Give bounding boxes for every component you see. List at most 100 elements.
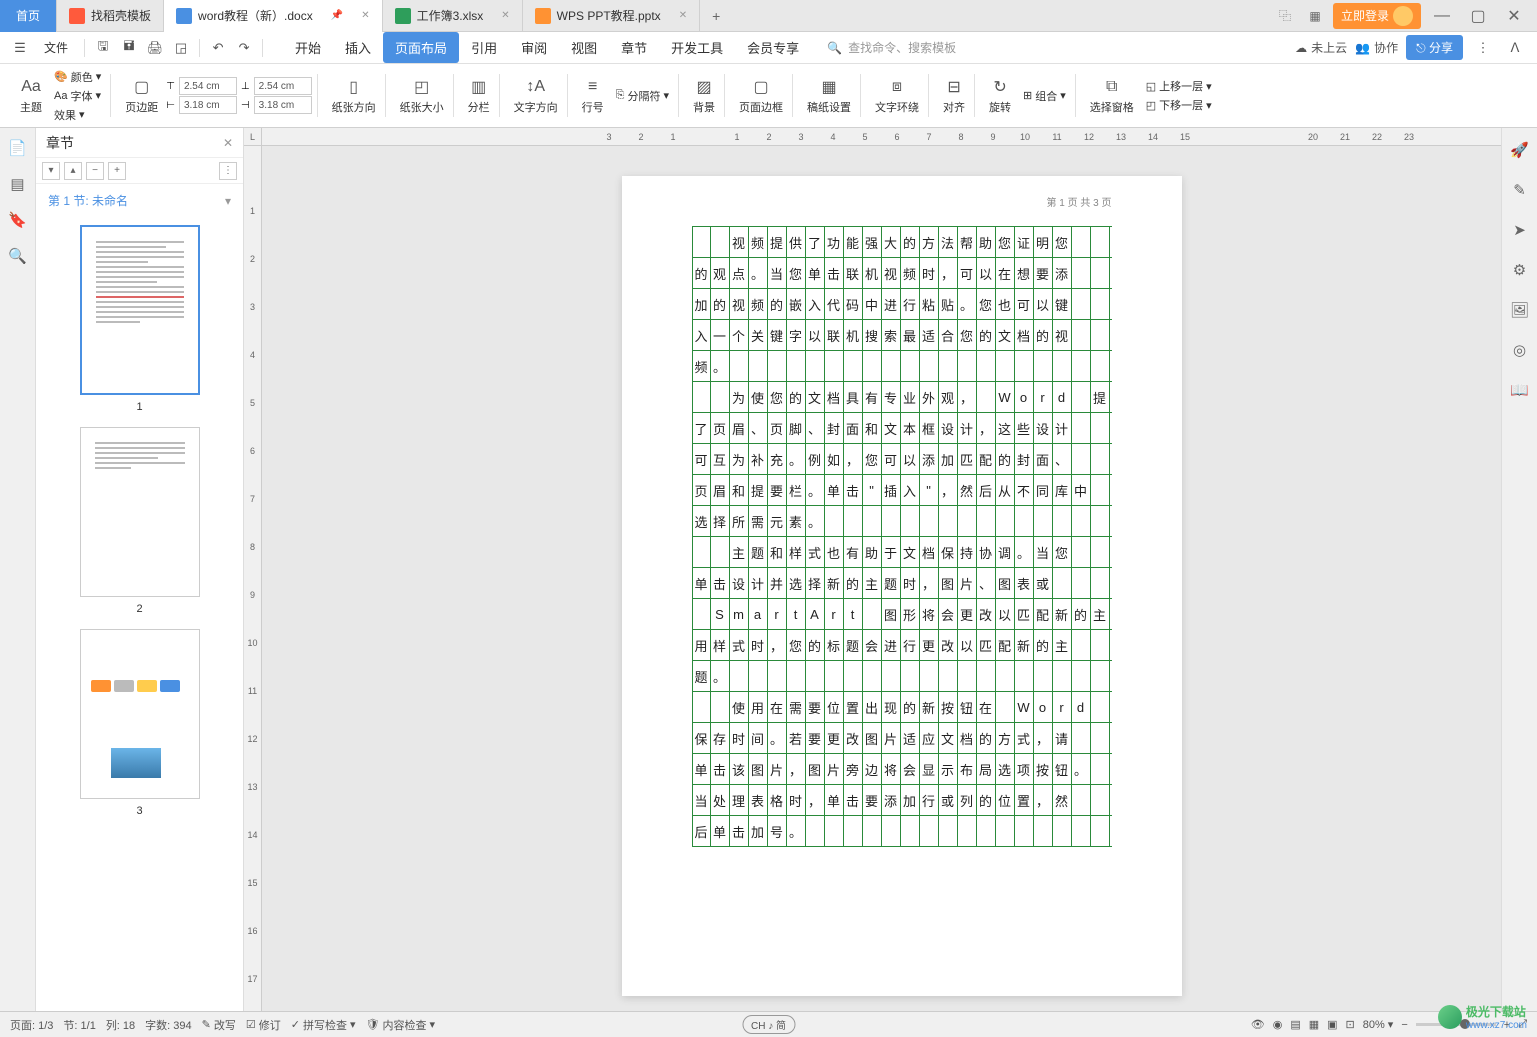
status-track[interactable]: ☑修订 — [246, 1017, 281, 1033]
more-icon[interactable]: ⋮ — [1471, 36, 1495, 60]
tab-references[interactable]: 引用 — [459, 32, 509, 63]
tab-sections[interactable]: 章节 — [609, 32, 659, 63]
pin-icon[interactable]: 📌 — [331, 10, 343, 21]
outline-icon[interactable]: 📄 — [6, 136, 30, 160]
text-wrap-button[interactable]: ⧈文字环绕 — [871, 75, 923, 117]
undo-icon[interactable]: ↶ — [206, 36, 230, 60]
save-icon[interactable]: 🖫 — [91, 36, 115, 60]
columns-button[interactable]: ▥分栏 — [464, 75, 494, 117]
tab-ppt[interactable]: WPS PPT教程.pptx✕ — [523, 0, 700, 32]
manuscript-button[interactable]: ▦稿纸设置 — [803, 75, 855, 117]
rotate-button[interactable]: ↻旋转 — [985, 75, 1015, 117]
book-icon[interactable]: 📖 — [1508, 378, 1532, 402]
zoom-out-button[interactable]: − — [1401, 1019, 1407, 1031]
group-button[interactable]: ⊞组合 ▾ — [1019, 87, 1070, 105]
tab-templates[interactable]: 找稻壳模板 — [57, 0, 164, 32]
background-button[interactable]: ▨背景 — [689, 75, 719, 117]
status-line[interactable]: 列: 18 — [106, 1017, 135, 1033]
redo-icon[interactable]: ↷ — [232, 36, 256, 60]
section-item[interactable]: 第 1 节: 未命名 ▾ — [36, 184, 243, 217]
font-button[interactable]: Aa字体 ▾ — [50, 87, 105, 105]
select-pane-button[interactable]: ⧉选择窗格 — [1086, 75, 1138, 117]
close-icon[interactable]: ✕ — [679, 10, 687, 21]
focus-icon[interactable]: ◉ — [1273, 1018, 1283, 1031]
print-icon[interactable]: 🖨 — [143, 36, 167, 60]
vertical-ruler[interactable]: 1234567891011121314151617 — [244, 146, 262, 1011]
left-margin-input[interactable] — [179, 96, 237, 114]
tab-word-doc[interactable]: word教程（新）.docx📌✕ — [164, 0, 383, 32]
tab-member[interactable]: 会员专享 — [735, 32, 811, 63]
file-menu[interactable]: 文件 — [34, 39, 78, 56]
page-thumbnail-2[interactable] — [80, 427, 200, 597]
status-spell[interactable]: ✓拼写检查 ▾ — [291, 1017, 356, 1033]
view-outline-icon[interactable]: ▣ — [1327, 1018, 1337, 1031]
page-1[interactable]: 第 1 页 共 3 页 视频提供了功能强大的方法帮助您证明您的观点。当您单击联机… — [622, 176, 1182, 996]
paper-size-button[interactable]: ◰纸张大小 — [396, 75, 448, 117]
command-search[interactable]: 🔍 查找命令、搜索模板 — [827, 39, 956, 56]
minimize-button[interactable]: — — [1427, 4, 1457, 28]
collapse-button[interactable]: ▴ — [64, 162, 82, 180]
target-icon[interactable]: ◎ — [1508, 338, 1532, 362]
save-as-icon[interactable]: 🖬 — [117, 36, 141, 60]
line-number-button[interactable]: ≡行号 — [578, 75, 608, 117]
status-edit-mode[interactable]: ✎改写 — [202, 1017, 236, 1033]
add-tab-button[interactable]: + — [700, 8, 732, 24]
right-margin-input[interactable] — [254, 96, 312, 114]
status-content-check[interactable]: 🛡内容检查 ▾ — [365, 1017, 435, 1033]
ruler-corner[interactable]: L — [244, 128, 262, 146]
bring-forward-button[interactable]: ◱上移一层 ▾ — [1142, 77, 1216, 95]
reading-mode-icon[interactable]: ⿻ — [1273, 4, 1297, 28]
ime-indicator[interactable]: CH ♪ 简 — [742, 1015, 795, 1034]
bottom-margin-input[interactable] — [254, 77, 312, 95]
tab-page-layout[interactable]: 页面布局 — [383, 32, 459, 63]
print-preview-icon[interactable]: ◲ — [169, 36, 193, 60]
tab-dev-tools[interactable]: 开发工具 — [659, 32, 735, 63]
align-button[interactable]: ⊟对齐 — [939, 75, 969, 117]
horizontal-ruler[interactable]: 32112345678910111213141520212223 — [262, 128, 1501, 146]
close-panel-icon[interactable]: ✕ — [223, 136, 233, 150]
image-icon[interactable]: 🖼 — [1508, 298, 1532, 322]
tab-start[interactable]: 开始 — [283, 32, 333, 63]
status-section[interactable]: 节: 1/1 — [63, 1017, 95, 1033]
tab-review[interactable]: 审阅 — [509, 32, 559, 63]
text-direction-button[interactable]: ↕A文字方向 — [510, 75, 562, 117]
document-scroll[interactable]: 第 1 页 共 3 页 视频提供了功能强大的方法帮助您证明您的观点。当您单击联机… — [262, 146, 1501, 1011]
collab-button[interactable]: 👥协作 — [1355, 39, 1398, 56]
more-button[interactable]: ⋮ — [219, 162, 237, 180]
rocket-icon[interactable]: 🚀 — [1508, 138, 1532, 162]
search-icon[interactable]: 🔍 — [6, 244, 30, 268]
add-button[interactable]: + — [108, 162, 126, 180]
close-icon[interactable]: ✕ — [361, 10, 369, 21]
orientation-button[interactable]: ▯纸张方向 — [328, 75, 380, 117]
margin-button[interactable]: ▢页边距 — [121, 75, 162, 117]
login-button[interactable]: 立即登录 — [1333, 3, 1421, 29]
tab-home[interactable]: 首页 — [0, 0, 57, 32]
collapse-ribbon-icon[interactable]: ᐱ — [1503, 36, 1527, 60]
view-layout-icon[interactable]: ▤ — [1290, 1018, 1300, 1031]
menu-icon[interactable]: ☰ — [8, 36, 32, 60]
cursor-icon[interactable]: ➤ — [1508, 218, 1532, 242]
maximize-button[interactable]: ▢ — [1463, 4, 1493, 28]
zoom-level[interactable]: 80% ▾ — [1363, 1018, 1394, 1031]
settings-icon[interactable]: ⚙ — [1508, 258, 1532, 282]
theme-button[interactable]: Aa主题 — [16, 75, 46, 117]
effect-button[interactable]: 效果 ▾ — [50, 106, 105, 124]
top-margin-input[interactable] — [179, 77, 237, 95]
bookmark-icon[interactable]: 🔖 — [6, 208, 30, 232]
page-thumbnail-1[interactable] — [80, 225, 200, 395]
eye-icon[interactable]: 👁 — [1251, 1018, 1265, 1031]
close-icon[interactable]: ✕ — [501, 10, 509, 21]
send-backward-button[interactable]: ◰下移一层 ▾ — [1142, 96, 1216, 114]
status-page[interactable]: 页面: 1/3 — [10, 1017, 53, 1033]
cloud-status[interactable]: ☁未上云 — [1295, 39, 1347, 56]
expand-button[interactable]: ▾ — [42, 162, 60, 180]
view-web-icon[interactable]: ▦ — [1309, 1018, 1319, 1031]
apps-icon[interactable]: ▦ — [1303, 4, 1327, 28]
close-button[interactable]: ✕ — [1499, 4, 1529, 28]
page-thumbnail-3[interactable] — [80, 629, 200, 799]
tab-insert[interactable]: 插入 — [333, 32, 383, 63]
pen-icon[interactable]: ✎ — [1508, 178, 1532, 202]
page-border-button[interactable]: ▢页面边框 — [735, 75, 787, 117]
status-words[interactable]: 字数: 394 — [145, 1017, 191, 1033]
remove-button[interactable]: − — [86, 162, 104, 180]
